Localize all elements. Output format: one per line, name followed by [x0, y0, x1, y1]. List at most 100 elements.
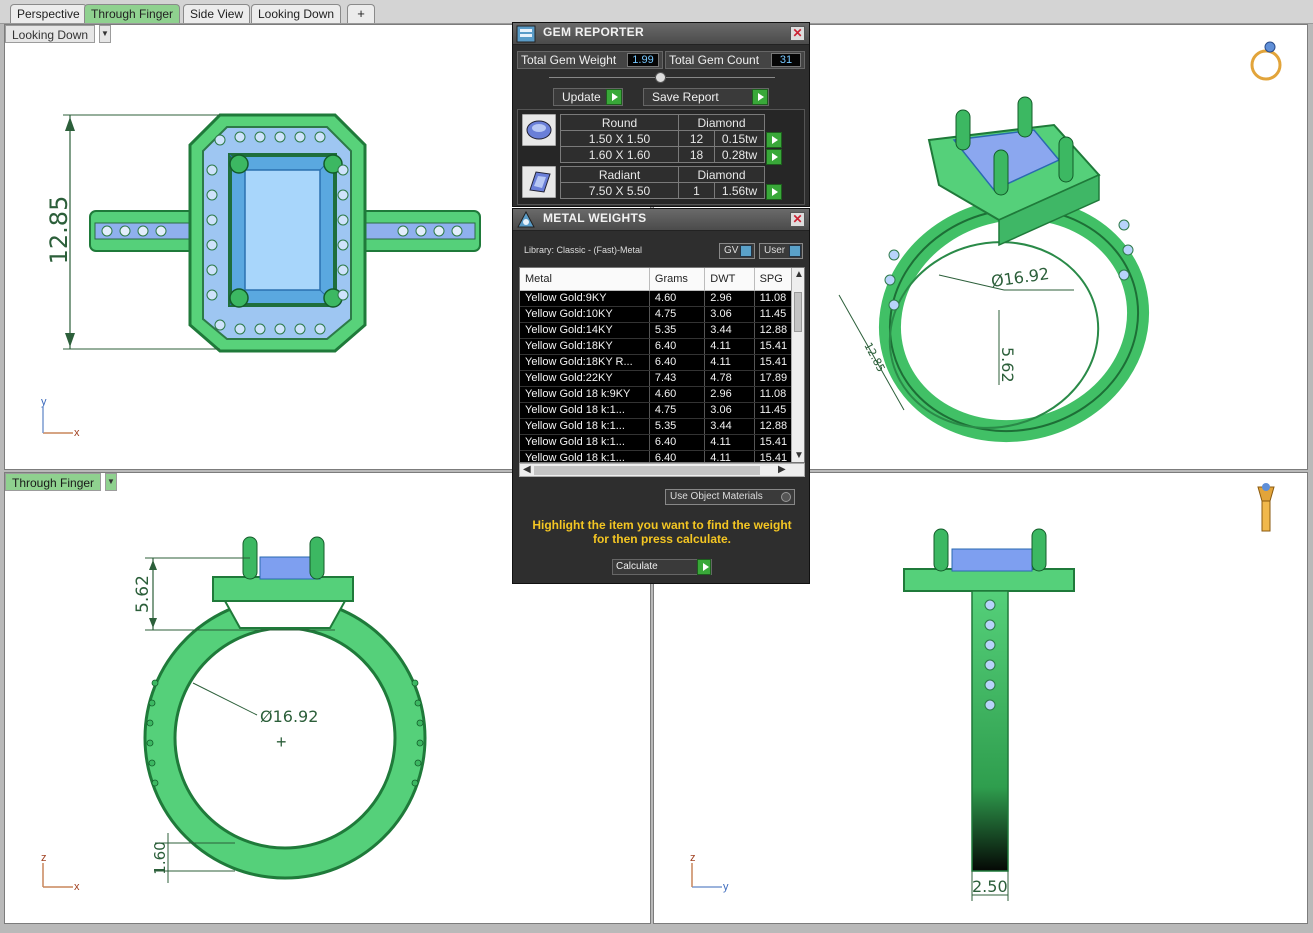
gem-reporter-panel: GEM REPORTER ✕ Total Gem Weight 1.99 Tot…: [512, 22, 810, 207]
app-window: Perspective Through Finger Side View Loo…: [0, 0, 1313, 933]
metal-weights-title: METAL WEIGHTS: [543, 211, 647, 225]
collapse-handle-icon[interactable]: [655, 72, 666, 83]
save-report-button[interactable]: Save Report: [643, 88, 769, 106]
vertical-scrollbar[interactable]: ▲ ▼: [791, 268, 804, 462]
metal-weights-panel: METAL WEIGHTS ✕ Library: Classic - (Fast…: [512, 208, 810, 584]
play-icon[interactable]: [697, 559, 711, 575]
gem-reporter-title: GEM REPORTER: [543, 25, 644, 39]
axis-z-label: z: [41, 852, 47, 864]
metal-name: Yellow Gold:18KY: [520, 338, 650, 355]
metal-grams: 4.75: [649, 306, 706, 323]
library-label: Library: Classic - (Fast)-Metal: [524, 245, 643, 255]
metal-grams: 6.40: [649, 338, 706, 355]
table-row[interactable]: Yellow Gold 18 k:9KY 4.60 2.96 11.08: [520, 386, 804, 403]
scroll-thumb[interactable]: [534, 466, 760, 475]
metal-name: Yellow Gold:14KY: [520, 322, 650, 339]
metal-weights-icon: [517, 211, 535, 228]
scroll-up-icon[interactable]: ▲: [794, 269, 804, 281]
scroll-down-icon[interactable]: ▼: [794, 450, 804, 462]
table-row[interactable]: Yellow Gold 18 k:1... 6.40 4.11 15.41: [520, 434, 804, 451]
table-row[interactable]: Yellow Gold 18 k:1... 6.40 4.11 15.41: [520, 450, 804, 462]
table-row[interactable]: Yellow Gold:22KY 7.43 4.78 17.89: [520, 370, 804, 387]
view-tab-bar: Perspective Through Finger Side View Loo…: [0, 0, 1313, 24]
metal-dwt: 3.44: [704, 322, 755, 339]
table-row[interactable]: Yellow Gold 18 k:1... 5.35 3.44 12.88: [520, 418, 804, 435]
axis-y-label: y: [41, 396, 47, 408]
metal-dwt: 3.06: [704, 402, 755, 419]
tab-side-view[interactable]: Side View: [183, 4, 251, 23]
tab-perspective[interactable]: Perspective: [10, 4, 87, 23]
close-icon[interactable]: ✕: [790, 212, 805, 227]
use-object-materials-label: Use Object Materials: [670, 491, 763, 502]
gem-count: 1: [678, 182, 715, 199]
metal-grams: 6.40: [649, 434, 706, 451]
tab-looking-down[interactable]: Looking Down: [251, 4, 342, 23]
user-label: User: [764, 245, 786, 256]
radiant-gem-table: Radiant Diamond 7.50 X 5.50 1 1.56tw: [560, 166, 765, 199]
horizontal-scrollbar[interactable]: ◀ ▶: [519, 463, 805, 477]
column-header-grams[interactable]: Grams: [649, 268, 706, 291]
gem-count: 18: [678, 146, 715, 163]
table-row[interactable]: Yellow Gold:9KY 4.60 2.96 11.08: [520, 290, 804, 307]
metal-name: Yellow Gold 18 k:1...: [520, 450, 650, 462]
scroll-thumb[interactable]: [794, 292, 802, 332]
chevron-down-icon[interactable]: ▼: [105, 473, 117, 491]
metal-name: Yellow Gold:22KY: [520, 370, 650, 387]
play-icon[interactable]: [606, 89, 622, 105]
gem-material: Diamond: [678, 114, 765, 131]
viewport-label-looking-down[interactable]: Looking Down: [5, 25, 96, 43]
metal-name: Yellow Gold:18KY R...: [520, 354, 650, 371]
metal-weights-titlebar[interactable]: METAL WEIGHTS ✕: [513, 209, 809, 231]
toggle-icon[interactable]: [789, 245, 801, 257]
gem-material: Diamond: [678, 166, 765, 183]
gem-shape: Round: [560, 114, 679, 131]
use-object-materials-toggle[interactable]: Use Object Materials: [665, 489, 795, 505]
play-icon[interactable]: [752, 89, 768, 105]
table-row[interactable]: Yellow Gold:10KY 4.75 3.06 11.45: [520, 306, 804, 323]
metal-name: Yellow Gold:9KY: [520, 290, 650, 307]
table-row[interactable]: Yellow Gold 18 k:1... 4.75 3.06 11.45: [520, 402, 804, 419]
gv-label: GV: [724, 245, 739, 256]
table-row[interactable]: Yellow Gold:18KY 6.40 4.11 15.41: [520, 338, 804, 355]
chevron-down-icon[interactable]: ▼: [99, 25, 111, 43]
dimension-diameter: Ø16.92: [990, 264, 1050, 291]
radio-icon[interactable]: [781, 492, 791, 502]
total-gem-count-value: 31: [771, 53, 801, 67]
close-icon[interactable]: ✕: [790, 26, 805, 41]
metal-dwt: 4.11: [704, 450, 755, 462]
table-row[interactable]: 1.60 X 1.60 18 0.28tw: [560, 146, 765, 163]
total-gem-weight-value: 1.99: [627, 53, 659, 67]
dimension-top: 5.62: [133, 575, 153, 613]
gem-report-icon: [516, 25, 536, 43]
tab-through-finger[interactable]: Through Finger: [84, 4, 181, 23]
play-icon[interactable]: [766, 132, 782, 148]
dimension-height: 12.85: [45, 196, 73, 265]
metal-name: Yellow Gold 18 k:1...: [520, 418, 650, 435]
toggle-icon[interactable]: [740, 245, 752, 257]
table-row[interactable]: 7.50 X 5.50 1 1.56tw: [560, 182, 765, 199]
table-row[interactable]: Yellow Gold:18KY R... 6.40 4.11 15.41: [520, 354, 804, 371]
play-icon[interactable]: [766, 149, 782, 165]
table-row[interactable]: 1.50 X 1.50 12 0.15tw: [560, 130, 765, 147]
metal-table: Metal Grams DWT SPG Yellow Gold:9KY 4.60 2…: [519, 267, 805, 463]
metal-name: Yellow Gold 18 k:1...: [520, 434, 650, 451]
update-button-label: Update: [562, 90, 601, 104]
viewport-label-through-finger[interactable]: Through Finger: [5, 473, 102, 491]
scroll-right-icon[interactable]: ▶: [778, 464, 786, 476]
column-header-metal[interactable]: Metal: [520, 268, 650, 291]
metal-dwt: 4.78: [704, 370, 755, 387]
round-gem-icon: [522, 114, 556, 146]
table-row[interactable]: Yellow Gold:14KY 5.35 3.44 12.88: [520, 322, 804, 339]
metal-dwt: 3.06: [704, 306, 755, 323]
metal-table-grid: Metal Grams DWT SPG Yellow Gold:9KY 4.60 2…: [520, 268, 804, 462]
calculate-button-label: Calculate: [616, 561, 658, 572]
round-gem-table: Round Diamond 1.50 X 1.50 12 0.15tw 1.60…: [560, 114, 765, 163]
gem-list: Round Diamond 1.50 X 1.50 12 0.15tw 1.60…: [517, 109, 805, 205]
gem-size: 1.60 X 1.60: [560, 146, 679, 163]
scroll-left-icon[interactable]: ◀: [523, 464, 531, 476]
play-icon[interactable]: [766, 184, 782, 200]
add-tab-icon[interactable]: +: [347, 4, 375, 23]
column-header-dwt[interactable]: DWT: [704, 268, 755, 291]
metal-name: Yellow Gold 18 k:1...: [520, 402, 650, 419]
gem-reporter-titlebar[interactable]: GEM REPORTER ✕: [513, 23, 809, 45]
